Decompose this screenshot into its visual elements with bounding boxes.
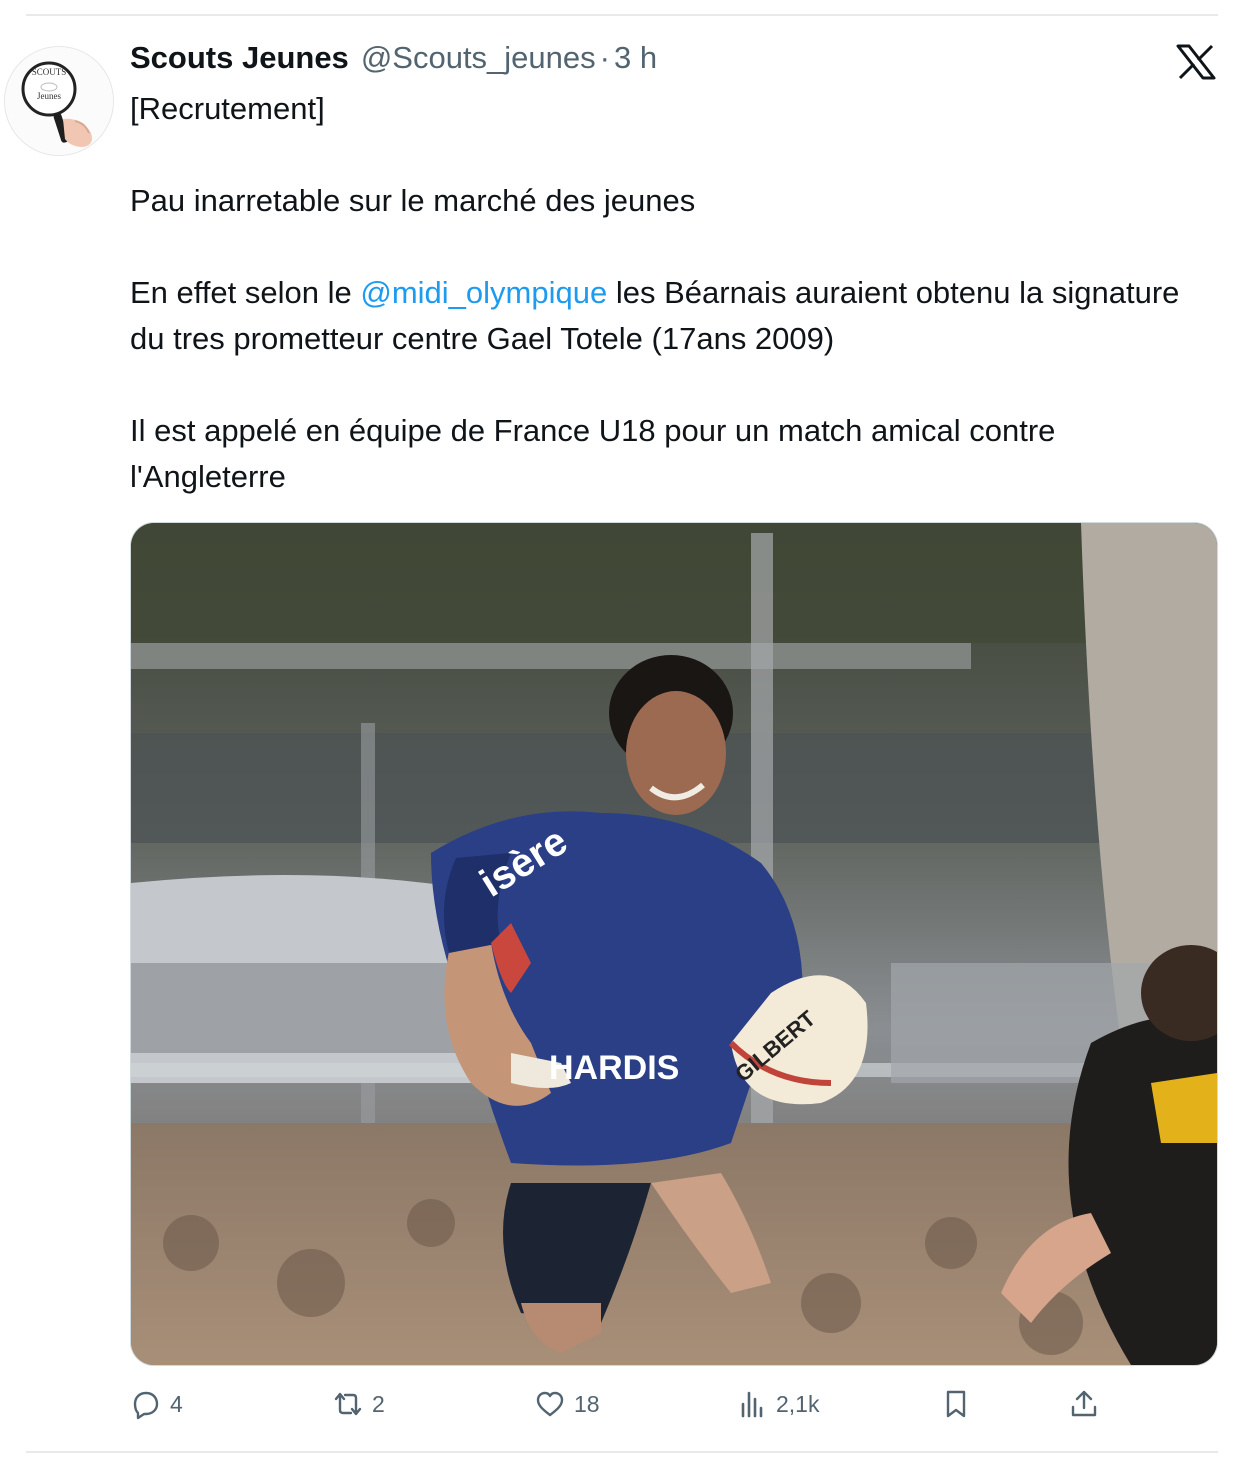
avatar-image: SCOUTS Jeunes — [5, 47, 113, 155]
views-button[interactable]: 2,1k — [736, 1382, 819, 1426]
tweet-line-source: En effet selon le @midi_olympique les Bé… — [130, 270, 1190, 362]
tweet-line-headline: Pau inarretable sur le marché des jeunes — [130, 183, 696, 218]
share-icon — [1071, 1390, 1097, 1417]
repost-button[interactable]: 2 — [332, 1382, 385, 1426]
repost-icon — [334, 1392, 362, 1416]
views-count: 2,1k — [776, 1390, 820, 1417]
repost-count: 2 — [372, 1390, 385, 1417]
x-logo-icon[interactable] — [1176, 44, 1216, 80]
reply-icon — [133, 1391, 159, 1420]
author-handle[interactable]: @Scouts_jeunes — [361, 40, 596, 76]
share-button[interactable] — [1068, 1382, 1108, 1426]
sponsor-text: HARDIS — [549, 1049, 679, 1087]
tweet-header: Scouts Jeunes @Scouts_jeunes · 3 h — [130, 40, 657, 84]
like-count: 18 — [574, 1390, 600, 1417]
avatar[interactable]: SCOUTS Jeunes — [4, 46, 114, 156]
tweet-photo[interactable]: isère HARDIS GILBERT — [130, 522, 1218, 1366]
rugby-player-photo: isère HARDIS GILBERT — [131, 523, 1217, 1365]
avatar-text-bottom: Jeunes — [37, 91, 61, 101]
bookmark-button[interactable] — [940, 1382, 980, 1426]
reply-button[interactable]: 4 — [130, 1382, 183, 1426]
tweet-line-selection: Il est appelé en équipe de France U18 po… — [130, 413, 1056, 494]
author-name[interactable]: Scouts Jeunes — [130, 40, 349, 76]
views-icon — [741, 1391, 763, 1418]
like-button[interactable]: 18 — [534, 1382, 600, 1426]
mention-link[interactable]: @midi_olympique — [360, 275, 607, 310]
heart-icon — [536, 1391, 564, 1417]
bottom-divider — [26, 1451, 1218, 1453]
source-prefix: En effet selon le — [130, 275, 361, 310]
tweet-text: [Recrutement] Pau inarretable sur le mar… — [130, 86, 1190, 500]
action-bar: 4 2 18 2,1k — [0, 1382, 1245, 1426]
reply-count: 4 — [170, 1390, 183, 1417]
timestamp[interactable]: 3 h — [614, 40, 657, 76]
avatar-text-top: SCOUTS — [32, 67, 67, 77]
bookmark-icon — [946, 1390, 966, 1418]
top-divider — [26, 14, 1218, 16]
tweet-line-tag: [Recrutement] — [130, 91, 325, 126]
separator-dot: · — [599, 40, 610, 75]
